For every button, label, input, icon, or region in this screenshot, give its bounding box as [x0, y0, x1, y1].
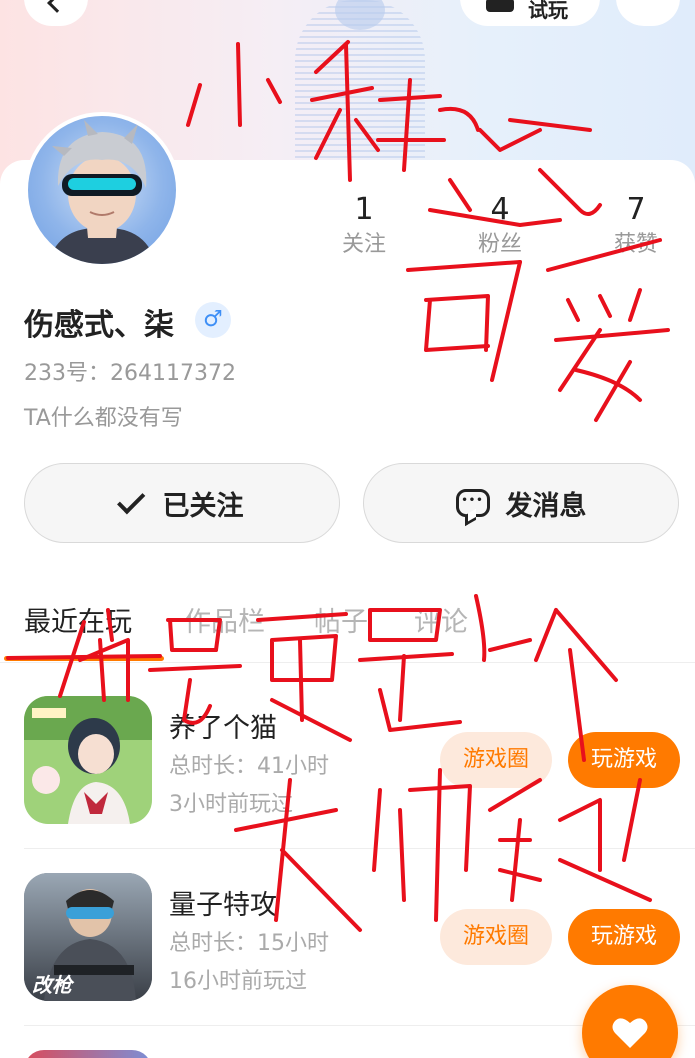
- checkmark-icon: [116, 486, 145, 515]
- followed-label: 已关注: [162, 490, 244, 522]
- avatar[interactable]: [24, 112, 180, 268]
- game-duration: 总时长：41小时: [169, 754, 329, 779]
- game-icon[interactable]: 改枪: [24, 873, 152, 1001]
- play-game-button[interactable]: 玩游戏: [568, 909, 680, 965]
- back-button[interactable]: [24, 0, 88, 26]
- game-last-played: 16小时前玩过: [169, 969, 307, 994]
- trial-label: 试玩: [528, 0, 568, 22]
- followed-button[interactable]: 已关注: [24, 463, 340, 543]
- tab-works[interactable]: 作品栏: [184, 600, 265, 639]
- nickname: 伤感式、柒: [24, 308, 174, 343]
- heart-icon: [612, 1018, 648, 1048]
- game-icon-partial[interactable]: [24, 1050, 152, 1058]
- game-row[interactable]: 改枪 量子特攻 总时长：15小时 16小时前玩过 游戏圈 玩游戏: [24, 873, 695, 1003]
- tab-posts[interactable]: 帖子: [314, 600, 368, 639]
- play-game-button[interactable]: 玩游戏: [568, 732, 680, 788]
- send-message-label: 发消息: [505, 490, 587, 522]
- send-message-button[interactable]: ••• 发消息: [363, 463, 679, 543]
- stat-label: 关注: [341, 232, 386, 257]
- game-icon-badge: 改枪: [32, 973, 72, 997]
- active-tab-indicator: [4, 656, 164, 661]
- back-arrow-icon: [47, 0, 67, 13]
- stat-label: 粉丝: [477, 232, 522, 257]
- tab-recently-played[interactable]: 最近在玩: [24, 600, 132, 639]
- stat-likes[interactable]: 7 获赞: [596, 192, 676, 262]
- tab-divider: [0, 662, 695, 663]
- game-name: 量子特攻: [169, 890, 277, 921]
- bio: TA什么都没有写: [24, 406, 183, 431]
- game-last-played: 3小时前玩过: [169, 792, 293, 817]
- trial-button[interactable]: 试玩: [460, 0, 600, 26]
- stat-value: 1: [354, 192, 374, 227]
- stat-following[interactable]: 1 关注: [324, 192, 404, 262]
- game-icon[interactable]: [24, 696, 152, 824]
- game-icon-art: [24, 696, 152, 824]
- stat-followers[interactable]: 4 粉丝: [460, 192, 540, 262]
- row-divider: [24, 848, 695, 849]
- game-name: 养了个猫: [169, 713, 277, 744]
- stat-value: 4: [490, 192, 510, 227]
- avatar-illustration: [48, 120, 156, 264]
- more-button[interactable]: [616, 0, 680, 26]
- stat-value: 7: [626, 192, 646, 227]
- chat-bubble-icon: •••: [455, 489, 490, 517]
- male-gender-icon: ♂: [195, 302, 231, 338]
- stat-label: 获赞: [613, 232, 658, 257]
- game-duration: 总时长：15小时: [169, 931, 329, 956]
- tab-comments[interactable]: 评论: [414, 600, 468, 639]
- banner-figure: [295, 0, 425, 170]
- game-circle-button[interactable]: 游戏圈: [440, 732, 552, 788]
- user-id: 233号：264117372: [24, 361, 236, 386]
- game-row[interactable]: 养了个猫 总时长：41小时 3小时前玩过 游戏圈 玩游戏: [24, 696, 695, 826]
- game-circle-button[interactable]: 游戏圈: [440, 909, 552, 965]
- trial-icon: [486, 0, 514, 12]
